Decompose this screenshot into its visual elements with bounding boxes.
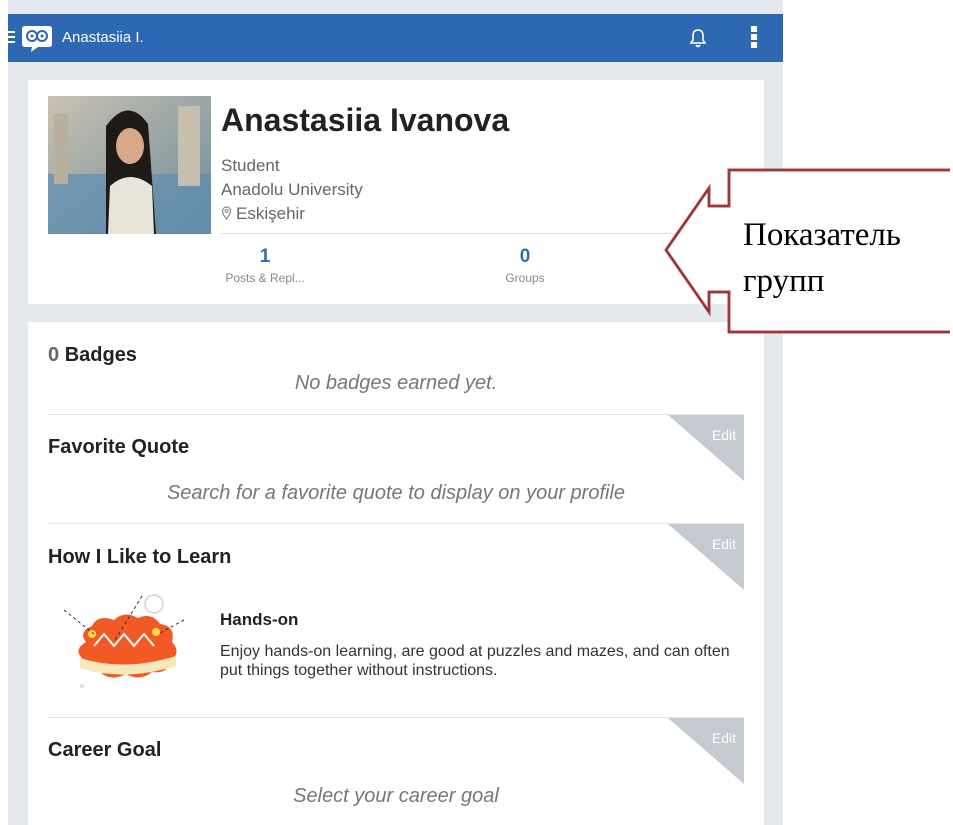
career-goal-select[interactable]: Select your career goal — [28, 785, 764, 808]
profile-location: Eskişehir — [221, 204, 305, 224]
details-card: 0 Badges No badges earned yet. Edit Favo… — [28, 322, 764, 825]
more-options-icon[interactable] — [751, 26, 759, 50]
section-divider — [48, 414, 744, 415]
stat-groups-label: Groups — [505, 271, 545, 285]
learn-edit-label: Edit — [711, 536, 736, 552]
stat-groups-value: 0 — [519, 246, 531, 267]
profile-school[interactable]: Anadolu University — [221, 180, 363, 200]
stat-posts-label: Posts & Repl... — [225, 271, 305, 285]
favorite-quote-title: Favorite Quote — [48, 436, 190, 458]
favorite-quote-search[interactable]: Search for a favorite quote to display o… — [28, 482, 764, 505]
app-title: Anastasiia I. — [62, 29, 144, 46]
section-divider — [48, 717, 744, 718]
career-goal-title: Career Goal — [48, 739, 162, 761]
career-edit-label: Edit — [711, 730, 736, 746]
profile-card: Anastasiia Ivanova Student Anadolu Unive… — [28, 80, 764, 304]
stat-posts[interactable]: 1 Posts & Repl... — [205, 246, 325, 285]
quote-edit-label: Edit — [711, 427, 736, 443]
badges-label: Badges — [64, 344, 137, 366]
location-pin-icon — [221, 206, 232, 220]
hands-on-brain-illustration — [64, 594, 185, 688]
app-window: Anastasiia I. Anastasiia Ivanova Student… — [8, 0, 783, 825]
quote-edit-button[interactable]: Edit — [668, 415, 744, 481]
badges-title: 0 Badges — [48, 344, 137, 367]
learn-title: How I Like to Learn — [48, 546, 232, 568]
location-text: Eskişehir — [236, 204, 305, 223]
annotation-text: Показатель групп — [743, 217, 901, 299]
learn-edit-button[interactable]: Edit — [668, 524, 744, 590]
profile-role: Student — [221, 156, 280, 175]
logo-icon[interactable] — [21, 23, 53, 53]
section-divider — [48, 523, 744, 524]
stat-groups[interactable]: 0 Groups — [465, 246, 585, 285]
bell-icon[interactable] — [688, 27, 708, 49]
top-app-bar: Anastasiia I. — [8, 14, 783, 62]
learn-style-name: Hands-on — [220, 610, 299, 629]
badges-empty-text: No badges earned yet. — [294, 372, 498, 394]
profile-name: Anastasiia Ivanova — [221, 102, 510, 138]
badges-count: 0 — [48, 344, 60, 366]
menu-icon[interactable] — [8, 31, 15, 43]
avatar[interactable] — [48, 96, 211, 234]
stat-posts-value: 1 — [259, 246, 271, 267]
learn-style-description: Enjoy hands-on learning, are good at puz… — [220, 643, 730, 679]
career-edit-button[interactable]: Edit — [668, 718, 744, 784]
